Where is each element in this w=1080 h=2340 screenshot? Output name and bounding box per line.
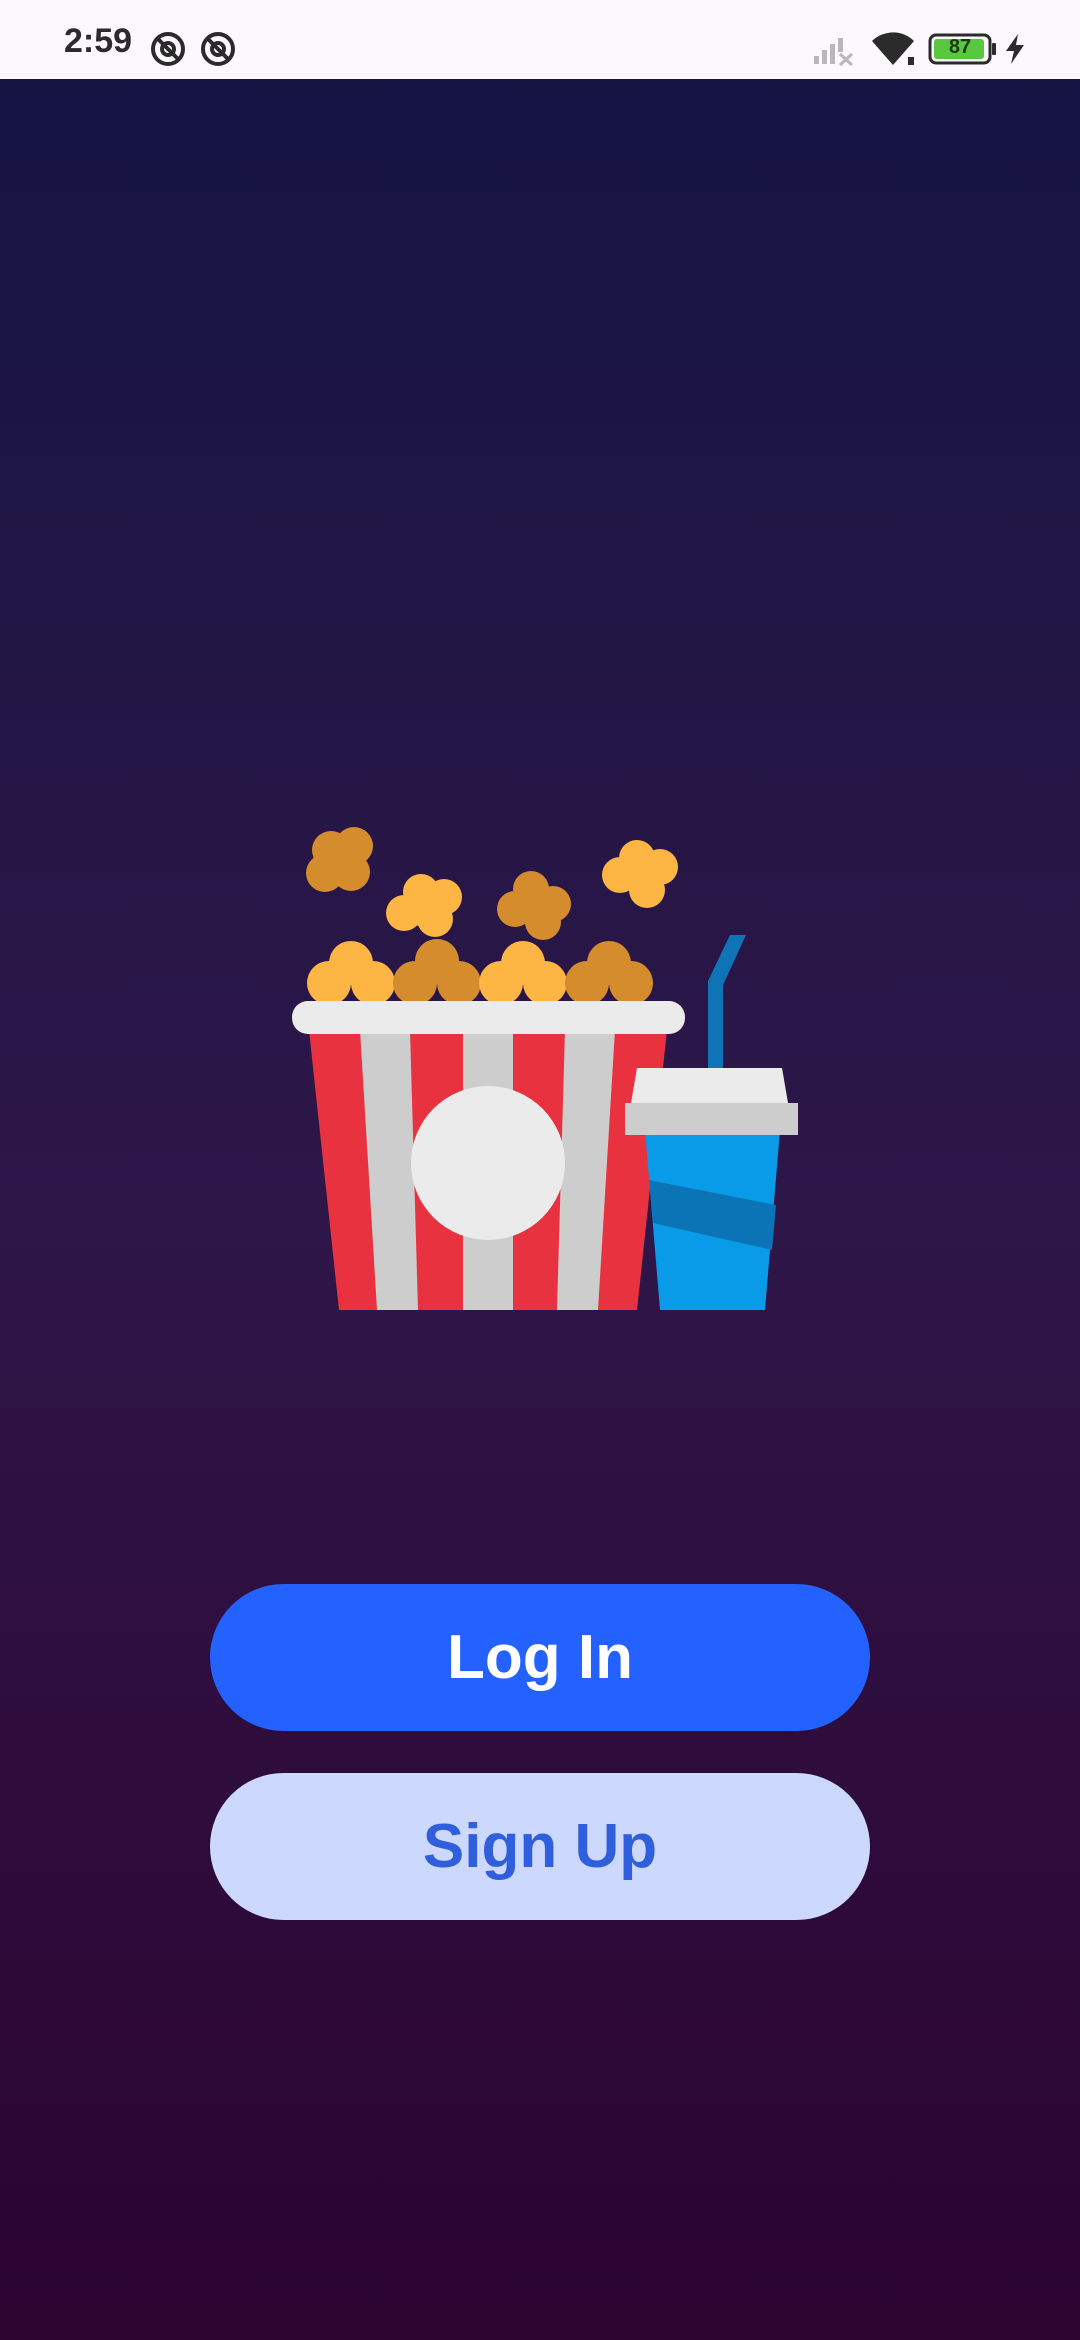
popcorn-piece [497,871,571,940]
status-bar: 2:59 87 [0,0,1080,80]
bucket-label-circle [411,1086,565,1240]
status-time: 2:59 [64,22,133,60]
popcorn-piece [386,874,462,937]
popcorn-and-soda-illustration [285,805,805,1315]
soda-lid [631,1068,788,1103]
do-not-disturb-icon [200,31,236,72]
popcorn-piece [602,840,678,908]
soda-straw [708,935,746,1070]
welcome-screen: 2:59 87 Log In Sign Up [0,0,1080,2340]
battery-level: 87 [948,36,972,58]
signup-button[interactable]: Sign Up [210,1773,870,1920]
signal-off-icon [812,30,856,71]
bucket-rim [292,1001,685,1034]
battery-icon: 87 [928,33,998,70]
login-button[interactable]: Log In [210,1584,870,1731]
charging-icon [1004,33,1026,70]
do-not-disturb-icon [150,31,186,72]
popcorn-piece [306,827,373,892]
wifi-icon [870,29,916,72]
